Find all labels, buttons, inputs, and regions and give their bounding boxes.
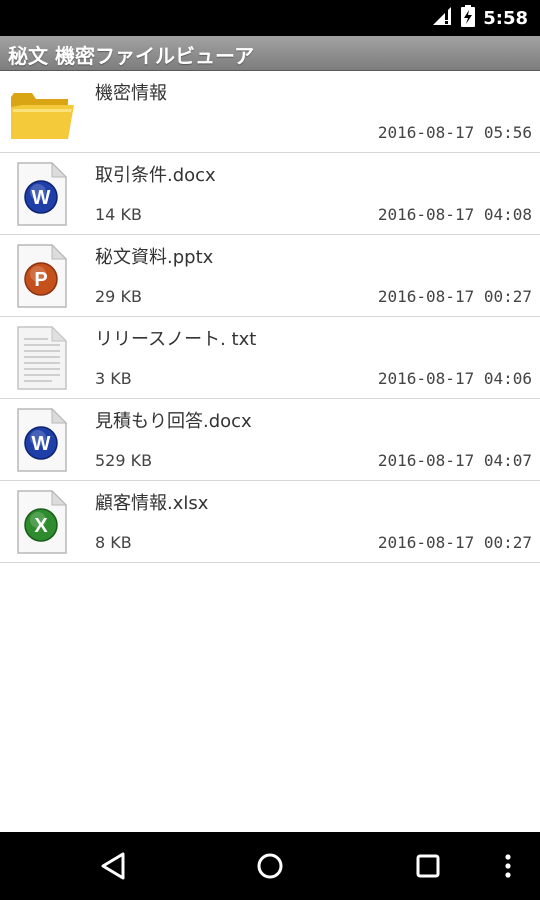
word-letter: W xyxy=(32,187,51,209)
file-date: 2016-08-17 04:07 xyxy=(377,451,532,470)
file-size: 3 KB xyxy=(95,369,132,388)
word-doc-icon: W xyxy=(8,407,74,473)
battery-icon xyxy=(461,5,476,31)
folder-icon xyxy=(8,79,74,145)
file-list: 機密情報 2016-08-17 05:56 W 取引条件.docx 14 KB … xyxy=(0,71,540,563)
navigation-bar xyxy=(0,832,540,900)
overflow-menu-icon[interactable] xyxy=(488,842,528,890)
word-letter: W xyxy=(32,433,51,455)
file-date: 2016-08-17 04:08 xyxy=(377,205,532,224)
home-icon[interactable] xyxy=(246,842,294,890)
file-name: 見積もり回答.docx xyxy=(95,411,252,432)
file-date: 2016-08-17 04:06 xyxy=(377,369,532,388)
file-list-item[interactable]: 機密情報 2016-08-17 05:56 xyxy=(0,71,540,153)
file-name: 顧客情報.xlsx xyxy=(95,493,209,514)
file-size: 529 KB xyxy=(95,451,153,470)
powerpoint-letter: P xyxy=(34,269,47,291)
file-list-item[interactable]: W 見積もり回答.docx 529 KB 2016-08-17 04:07 xyxy=(0,399,540,481)
status-time: 5:58 xyxy=(483,7,528,29)
file-list-item[interactable]: P 秘文資料.pptx 29 KB 2016-08-17 00:27 xyxy=(0,235,540,317)
file-name: 取引条件.docx xyxy=(95,165,216,186)
file-list-item[interactable]: W 取引条件.docx 14 KB 2016-08-17 04:08 xyxy=(0,153,540,235)
file-date: 2016-08-17 00:27 xyxy=(377,287,532,306)
file-size: 8 KB xyxy=(95,533,132,552)
status-bar: 5:58 xyxy=(0,0,540,36)
file-size: 29 KB xyxy=(95,287,142,306)
back-icon[interactable] xyxy=(90,842,138,890)
app-title: 秘文 機密ファイルビューア xyxy=(8,44,255,68)
file-size: 14 KB xyxy=(95,205,142,224)
file-list-item[interactable]: リリースノート. txt 3 KB 2016-08-17 04:06 xyxy=(0,317,540,399)
file-name: 機密情報 xyxy=(95,83,167,104)
status-icons: 5:58 xyxy=(431,0,528,36)
file-name: リリースノート. txt xyxy=(95,329,257,350)
text-doc-icon xyxy=(8,325,74,391)
recents-icon[interactable] xyxy=(404,842,452,890)
file-date: 2016-08-17 00:27 xyxy=(377,533,532,552)
powerpoint-doc-icon: P xyxy=(8,243,74,309)
signal-icon xyxy=(431,6,453,30)
excel-doc-icon: X xyxy=(8,489,74,555)
excel-letter: X xyxy=(34,515,48,537)
file-list-item[interactable]: X 顧客情報.xlsx 8 KB 2016-08-17 00:27 xyxy=(0,481,540,563)
file-date: 2016-08-17 05:56 xyxy=(377,123,532,142)
file-name: 秘文資料.pptx xyxy=(95,247,214,268)
app-title-bar: 秘文 機密ファイルビューア xyxy=(0,36,540,71)
word-doc-icon: W xyxy=(8,161,74,227)
